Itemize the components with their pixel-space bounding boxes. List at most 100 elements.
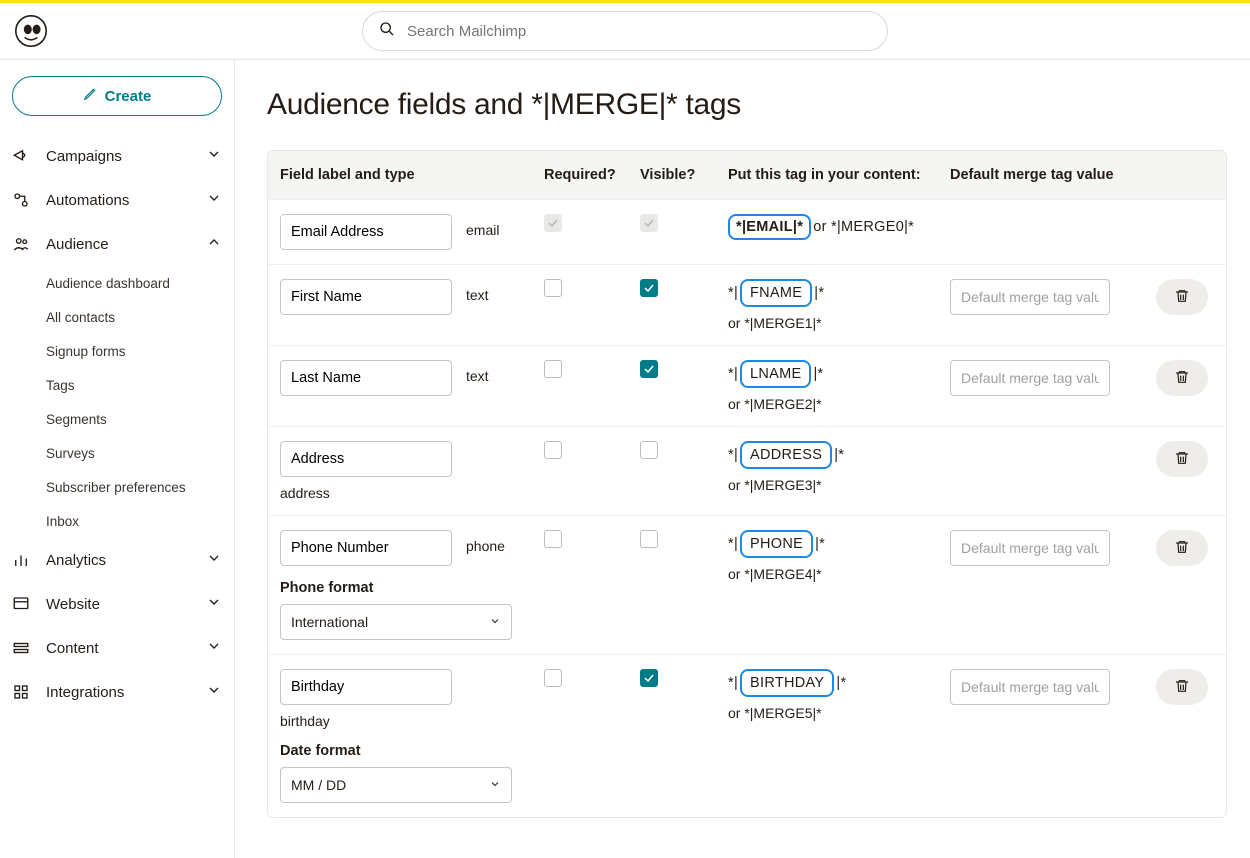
trash-icon (1174, 450, 1190, 469)
trash-icon (1174, 369, 1190, 388)
chevron-down-icon (206, 190, 222, 211)
trash-icon (1174, 288, 1190, 307)
sidebar-subitem-segments[interactable]: Segments (46, 402, 222, 436)
sidebar-item-label: Integrations (46, 684, 206, 701)
chevron-down-icon (206, 550, 222, 571)
sidebar-subitem-surveys[interactable]: Surveys (46, 436, 222, 470)
field-type-email: email (466, 214, 499, 238)
top-bar (0, 3, 1250, 60)
sidebar-item-automations[interactable]: Automations (12, 178, 222, 222)
delete-button-lname[interactable] (1156, 360, 1208, 396)
sidebar-item-website[interactable]: Website (12, 582, 222, 626)
merge-fields-table: Field label and type Required? Visible? … (267, 150, 1227, 818)
table-row-address: address *| ADDRESS |* or *|MERGE3|* (268, 427, 1226, 516)
sidebar-item-label: Content (46, 640, 206, 657)
visible-checkbox-address[interactable] (640, 441, 658, 459)
sidebar-subitem-all-contacts[interactable]: All contacts (46, 300, 222, 334)
required-checkbox-fname[interactable] (544, 279, 562, 297)
default-value-input-phone[interactable] (950, 530, 1110, 566)
chevron-down-icon (206, 682, 222, 703)
chevron-down-icon (489, 614, 501, 630)
sidebar-subitem-inbox[interactable]: Inbox (46, 504, 222, 538)
chevron-up-icon (206, 234, 222, 255)
sidebar-item-integrations[interactable]: Integrations (12, 670, 222, 714)
website-icon (12, 595, 46, 613)
sidebar-item-audience[interactable]: Audience (12, 222, 222, 266)
sidebar-item-content[interactable]: Content (12, 626, 222, 670)
chevron-down-icon (489, 777, 501, 793)
table-row-lname: text *| LNAME |* or *|MERGE2|* (268, 346, 1226, 427)
table-header-row: Field label and type Required? Visible? … (268, 151, 1226, 200)
trash-icon (1174, 539, 1190, 558)
default-value-input-birthday[interactable] (950, 669, 1110, 705)
analytics-icon (12, 551, 46, 569)
merge-tag-alt-birthday: or *|MERGE5|* (728, 705, 950, 721)
field-type-address: address (280, 485, 544, 501)
col-header-required: Required? (544, 167, 640, 183)
sidebar-subitem-subscriber-preferences[interactable]: Subscriber preferences (46, 470, 222, 504)
merge-tag-input-address[interactable]: ADDRESS (740, 441, 832, 469)
mailchimp-logo[interactable] (0, 15, 62, 47)
field-label-input-address[interactable] (280, 441, 452, 477)
visible-checkbox-email (640, 214, 658, 232)
sidebar-item-label: Automations (46, 192, 206, 209)
required-checkbox-phone[interactable] (544, 530, 562, 548)
content-icon (12, 639, 46, 657)
field-label-input-phone[interactable] (280, 530, 452, 566)
col-header-label: Field label and type (280, 167, 544, 183)
search-input[interactable] (405, 22, 871, 41)
merge-tag-input-fname[interactable]: FNAME (740, 279, 812, 307)
visible-checkbox-birthday[interactable] (640, 669, 658, 687)
pencil-icon (83, 87, 97, 105)
extra-select-phone[interactable]: International (280, 604, 512, 640)
merge-tag-alt-lname: or *|MERGE2|* (728, 396, 950, 412)
chevron-down-icon (206, 638, 222, 659)
create-button[interactable]: Create (12, 76, 222, 116)
field-type-fname: text (466, 279, 489, 303)
delete-button-address[interactable] (1156, 441, 1208, 477)
sidebar-subitem-signup-forms[interactable]: Signup forms (46, 334, 222, 368)
delete-button-phone[interactable] (1156, 530, 1208, 566)
field-label-input-birthday[interactable] (280, 669, 452, 705)
field-label-input-lname[interactable] (280, 360, 452, 396)
trash-icon (1174, 678, 1190, 697)
sidebar-item-label: Analytics (46, 552, 206, 569)
merge-tag-alt-fname: or *|MERGE1|* (728, 315, 950, 331)
visible-checkbox-lname[interactable] (640, 360, 658, 378)
delete-button-birthday[interactable] (1156, 669, 1208, 705)
col-header-visible: Visible? (640, 167, 728, 183)
sidebar-subitem-tags[interactable]: Tags (46, 368, 222, 402)
merge-tag-input-lname[interactable]: LNAME (740, 360, 811, 388)
search-input-container[interactable] (362, 11, 888, 51)
field-type-birthday: birthday (280, 713, 544, 729)
merge-tag-input-phone[interactable]: PHONE (740, 530, 813, 558)
default-value-input-lname[interactable] (950, 360, 1110, 396)
required-checkbox-birthday[interactable] (544, 669, 562, 687)
sidebar: Create Campaigns Automations Audience Au… (0, 60, 235, 858)
delete-button-fname[interactable] (1156, 279, 1208, 315)
table-row-phone: phone Phone format International *| PHON… (268, 516, 1226, 655)
sidebar-item-campaigns[interactable]: Campaigns (12, 134, 222, 178)
sidebar-item-analytics[interactable]: Analytics (12, 538, 222, 582)
default-value-input-fname[interactable] (950, 279, 1110, 315)
visible-checkbox-phone[interactable] (640, 530, 658, 548)
extra-select-birthday[interactable]: MM / DD (280, 767, 512, 803)
field-label-input-email[interactable] (280, 214, 452, 250)
required-checkbox-email (544, 214, 562, 232)
field-type-phone: phone (466, 530, 505, 554)
audience-icon (12, 235, 46, 253)
page-title: Audience fields and *|MERGE|* tags (267, 88, 1227, 122)
sidebar-subitem-audience-dashboard[interactable]: Audience dashboard (46, 266, 222, 300)
field-type-lname: text (466, 360, 489, 384)
chevron-down-icon (206, 146, 222, 167)
extra-select-value-birthday: MM / DD (291, 777, 346, 793)
table-row-email: email *|EMAIL|* or *|MERGE0|* (268, 200, 1226, 265)
integrations-icon (12, 683, 46, 701)
required-checkbox-address[interactable] (544, 441, 562, 459)
merge-tag-alt-phone: or *|MERGE4|* (728, 566, 950, 582)
merge-tag-input-birthday[interactable]: BIRTHDAY (740, 669, 834, 697)
visible-checkbox-fname[interactable] (640, 279, 658, 297)
required-checkbox-lname[interactable] (544, 360, 562, 378)
field-label-input-fname[interactable] (280, 279, 452, 315)
sidebar-item-label: Website (46, 596, 206, 613)
